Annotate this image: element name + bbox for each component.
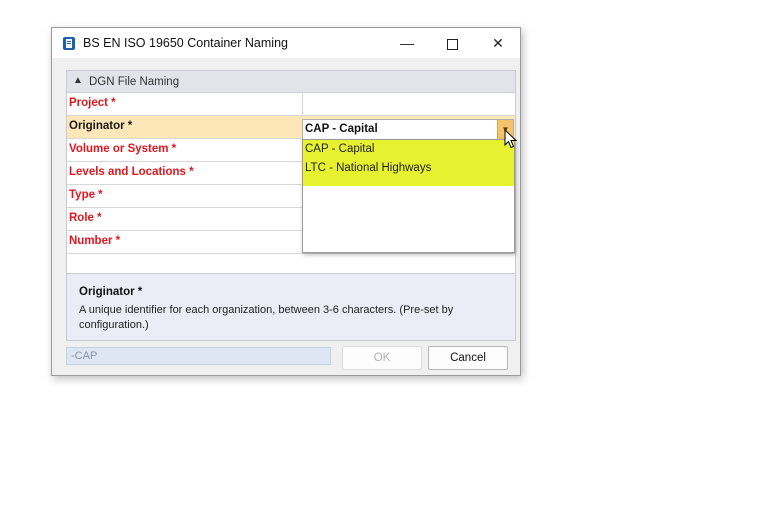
field-label-type: Type * [69, 189, 103, 201]
dropdown-option-ltc[interactable]: LTC - National Highways [303, 159, 514, 186]
field-label-number: Number * [69, 235, 121, 247]
container-code-preview: -CAP [66, 347, 331, 365]
originator-combobox-value: CAP - Capital [305, 123, 378, 135]
description-title: Originator * [79, 286, 143, 298]
group-title: DGN File Naming [89, 76, 180, 88]
field-label-levels: Levels and Locations * [69, 166, 194, 178]
maximize-icon [446, 38, 458, 50]
description-text: A unique identifier for each organizatio… [79, 304, 454, 331]
close-button[interactable]: ✕ [475, 28, 521, 58]
description-panel: Originator * A unique identifier for eac… [66, 273, 516, 341]
container-naming-dialog: BS EN ISO 19650 Container Naming — ✕ ▲ D… [51, 27, 521, 376]
app-document-icon [63, 37, 75, 50]
originator-combobox[interactable]: CAP - Capital ▼ [302, 119, 514, 140]
field-row-project[interactable]: Project * [67, 93, 515, 116]
minimize-icon: — [400, 35, 414, 51]
cancel-button[interactable]: Cancel [428, 346, 508, 370]
group-header[interactable]: ▲ DGN File Naming [67, 71, 515, 93]
minimize-button[interactable]: — [384, 28, 430, 58]
window-title: BS EN ISO 19650 Container Naming [83, 36, 288, 50]
maximize-button[interactable] [429, 28, 475, 58]
ok-button[interactable]: OK [342, 346, 422, 370]
originator-dropdown-list[interactable]: CAP - Capital LTC - National Highways [302, 139, 515, 253]
title-bar[interactable]: BS EN ISO 19650 Container Naming — ✕ [52, 28, 520, 58]
field-label-originator: Originator * [69, 120, 133, 132]
field-label-role: Role * [69, 212, 102, 224]
field-label-volume: Volume or System * [69, 143, 177, 155]
chevron-up-icon[interactable]: ▲ [73, 75, 83, 86]
field-value-project[interactable] [302, 93, 516, 115]
mouse-pointer-icon [504, 129, 518, 149]
dropdown-option-cap[interactable]: CAP - Capital [303, 140, 514, 159]
close-icon: ✕ [492, 35, 504, 51]
field-label-project: Project * [69, 97, 116, 109]
